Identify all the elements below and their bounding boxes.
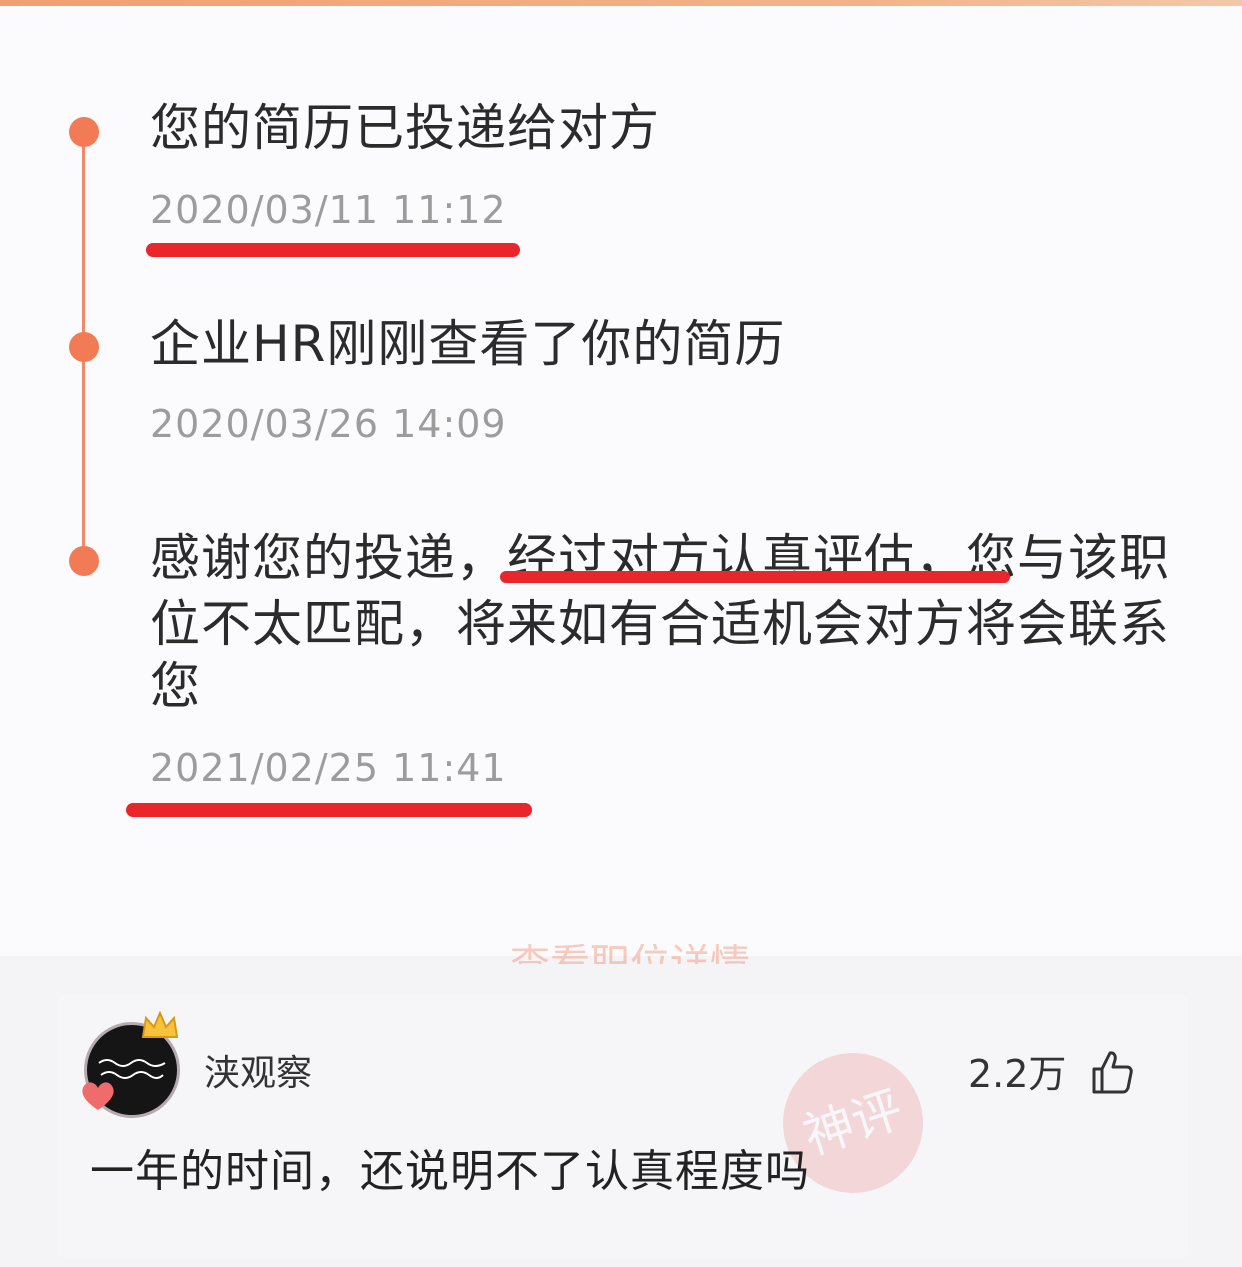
event-title: 位不太匹配，将来如有合适机会对方将会联系 — [150, 595, 1170, 653]
event-title: 您 — [150, 657, 201, 715]
event-title: 企业HR刚刚查看了你的简历 — [150, 315, 786, 373]
heart-badge-icon — [82, 1082, 114, 1110]
timeline-dot — [69, 117, 99, 147]
event-title: 您的简历已投递给对方 — [150, 99, 660, 157]
like-count: 2.2万 — [968, 1052, 1067, 1096]
view-job-details-link[interactable]: 查看职位详情 — [480, 944, 780, 964]
red-underline-mark — [126, 803, 532, 817]
crown-icon — [141, 1010, 179, 1038]
event-time: 2020/03/11 11:12 — [150, 188, 507, 232]
comment-text: 一年的时间，还说明不了认真程度吗 — [90, 1146, 810, 1197]
thumbs-up-icon[interactable] — [1088, 1048, 1136, 1096]
comment-username[interactable]: 浃观察 — [204, 1052, 312, 1096]
event-time: 2020/03/26 14:09 — [150, 402, 507, 446]
comment-card — [58, 995, 1188, 1257]
red-underline-mark — [146, 243, 520, 257]
red-underline-mark — [500, 571, 1010, 583]
timeline-dot — [69, 332, 99, 362]
event-time: 2021/02/25 11:41 — [150, 746, 507, 790]
timeline-dot — [69, 546, 99, 576]
